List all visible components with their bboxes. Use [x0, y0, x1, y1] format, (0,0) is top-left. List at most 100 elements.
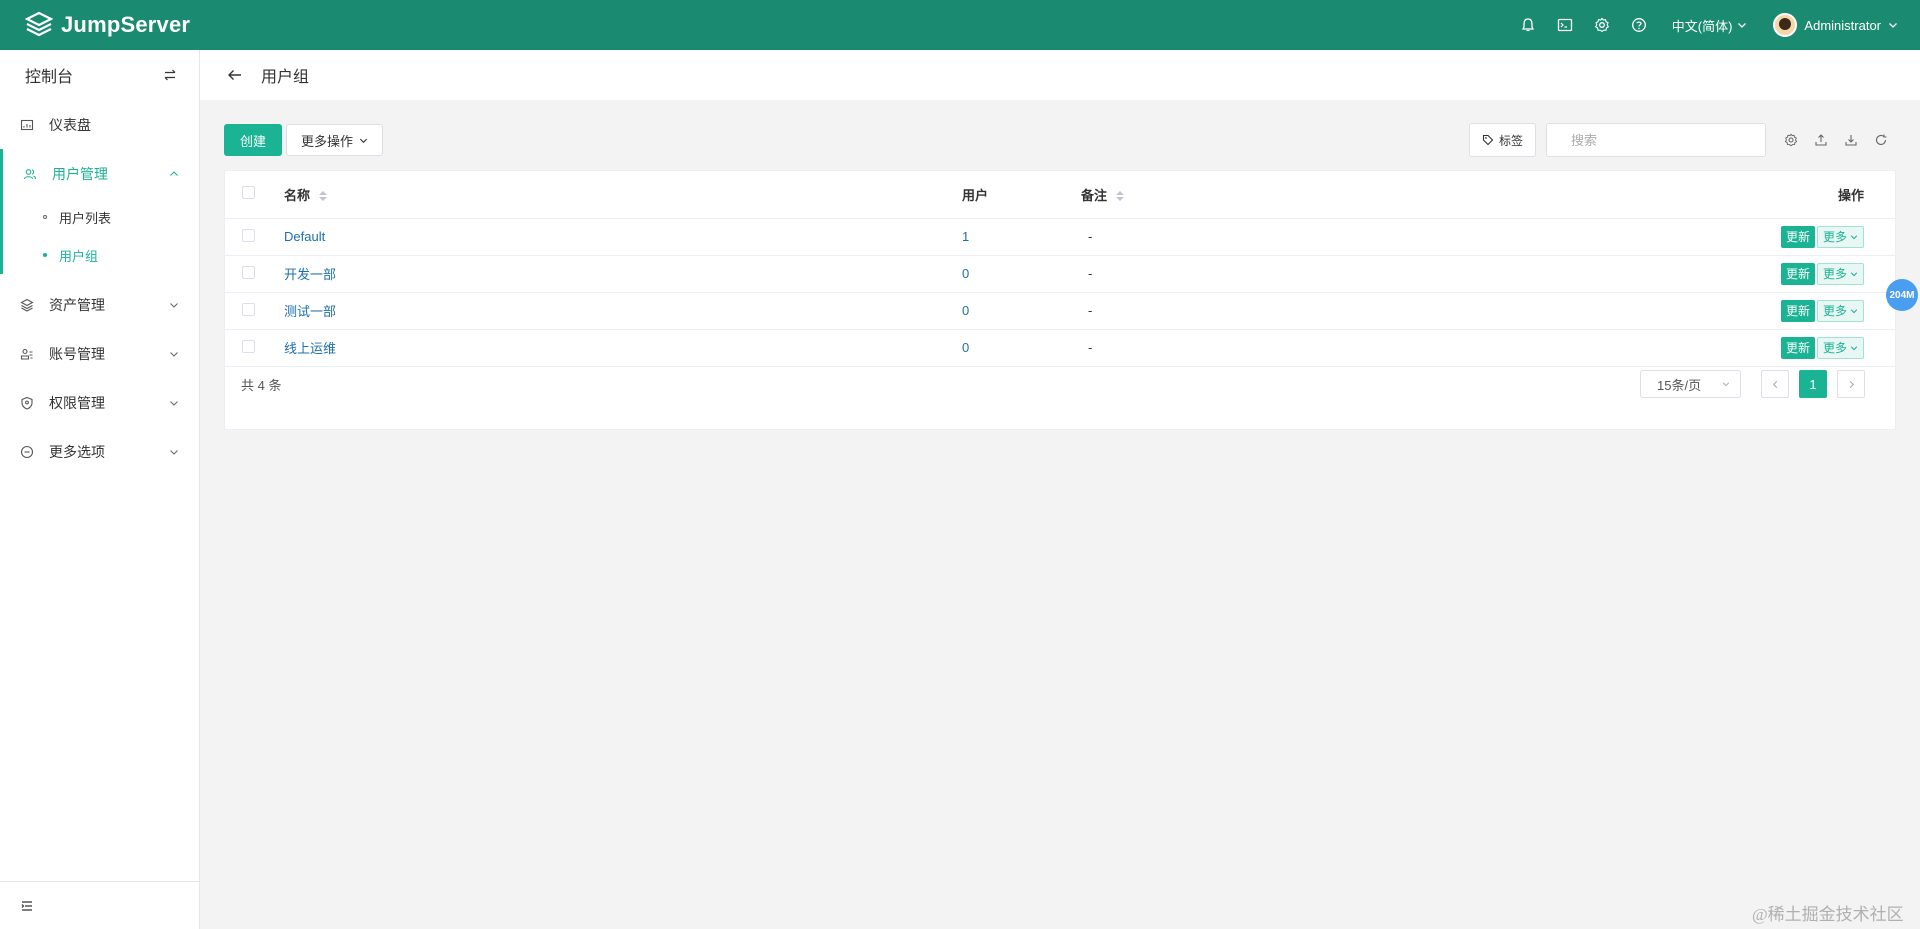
sidebar-item-label: 用户管理	[52, 165, 108, 182]
row-checkbox[interactable]	[242, 339, 255, 353]
more-dropdown-button[interactable]: 更多	[1816, 336, 1864, 359]
row-checkbox[interactable]	[242, 265, 255, 279]
sidebar-subitem-user-list[interactable]: 用户列表	[3, 198, 199, 236]
user-menu[interactable]: Administrator	[1773, 13, 1898, 37]
watermark: @稀土掘金技术社区	[1752, 905, 1904, 924]
refresh-icon[interactable]	[1866, 125, 1896, 155]
switch-view-icon[interactable]	[163, 68, 177, 82]
group-name-link[interactable]: 测试一部	[284, 304, 336, 319]
column-header-label: 名称	[284, 187, 311, 203]
more-actions-dropdown[interactable]: 更多操作	[286, 124, 384, 156]
page-header: 用户组	[200, 50, 1920, 100]
bullet-icon	[43, 253, 47, 257]
user-count-link[interactable]: 0	[962, 340, 969, 355]
search-input[interactable]	[1571, 132, 1747, 148]
update-button[interactable]: 更新	[1780, 225, 1815, 248]
tag-filter-button[interactable]: 标签	[1468, 123, 1536, 157]
row-checkbox[interactable]	[242, 228, 255, 242]
dashboard-icon	[20, 118, 34, 132]
next-page-button[interactable]	[1837, 370, 1865, 398]
sidebar-item-user-management[interactable]: 用户管理	[3, 149, 199, 198]
user-group-table-card: 名称 用户 备注 操作 Default 1 - 更新 更多 开发一部 0 - 更…	[224, 170, 1896, 430]
chevron-down-icon	[1889, 23, 1897, 28]
page-title: 用户组	[261, 69, 310, 86]
sidebar-subitem-label: 用户列表	[59, 210, 112, 226]
row-checkbox[interactable]	[242, 302, 255, 316]
remark-value: -	[1088, 229, 1093, 244]
chevron-down-icon	[1850, 234, 1858, 239]
page-number-current[interactable]: 1	[1799, 370, 1827, 398]
page-size-select[interactable]: 15条/页	[1640, 370, 1741, 398]
remark-value: -	[1088, 340, 1093, 355]
more-dropdown-button[interactable]: 更多	[1816, 299, 1864, 322]
chevron-down-icon	[359, 138, 368, 143]
language-selector[interactable]: 中文(简体)	[1672, 16, 1748, 35]
help-icon[interactable]	[1621, 0, 1658, 50]
column-header-users: 用户	[962, 171, 1081, 219]
chevron-down-icon	[1850, 271, 1858, 276]
sidebar-item-dashboard[interactable]: 仪表盘	[0, 100, 199, 149]
pagination: 共 4 条 15条/页 1	[225, 369, 1895, 399]
sidebar-item-more-options[interactable]: 更多选项	[0, 427, 199, 476]
sidebar-item-label: 权限管理	[49, 394, 105, 411]
sidebar-item-label: 账号管理	[49, 345, 105, 362]
terminal-icon[interactable]	[1547, 0, 1584, 50]
language-label: 中文(简体)	[1671, 18, 1733, 34]
group-name-link[interactable]: 线上运维	[284, 341, 336, 356]
gear-icon[interactable]	[1584, 0, 1621, 50]
toolbar: 创建 更多操作 标签	[224, 123, 1896, 157]
chevron-down-icon	[169, 447, 179, 457]
sidebar-item-label: 更多选项	[49, 443, 105, 460]
table-row: 线上运维 0 - 更新 更多	[225, 329, 1895, 367]
more-dropdown-button[interactable]: 更多	[1816, 262, 1864, 285]
export-icon[interactable]	[1806, 125, 1836, 155]
layers-icon	[20, 298, 34, 312]
select-all-checkbox[interactable]	[242, 186, 255, 200]
update-button[interactable]: 更新	[1780, 299, 1815, 322]
sidebar-item-label: 仪表盘	[49, 116, 91, 133]
chevron-down-icon	[1850, 345, 1858, 350]
sidebar: 控制台 仪表盘 用户管理 用户列表 用户组 资产管理 账号管理 权限管理 更多选…	[0, 50, 200, 929]
chevron-down-icon	[169, 300, 179, 310]
sort-icon[interactable]	[318, 191, 327, 202]
bell-icon[interactable]	[1510, 0, 1547, 50]
floating-memory-badge[interactable]: 204M	[1886, 279, 1918, 311]
group-name-link[interactable]: 开发一部	[284, 267, 336, 282]
column-header-name[interactable]: 名称	[284, 171, 962, 219]
more-dropdown-button[interactable]: 更多	[1816, 225, 1864, 248]
import-icon[interactable]	[1836, 125, 1866, 155]
collapse-sidebar-icon[interactable]	[20, 899, 34, 913]
more-actions-label: 更多操作	[301, 133, 354, 149]
create-button[interactable]: 创建	[224, 124, 283, 156]
sidebar-subitem-label: 用户组	[59, 248, 99, 264]
sidebar-subitem-user-group[interactable]: 用户组	[3, 236, 199, 274]
remark-value: -	[1088, 266, 1093, 281]
update-button[interactable]: 更新	[1780, 262, 1815, 285]
prev-page-button[interactable]	[1761, 370, 1789, 398]
user-count-link[interactable]: 1	[962, 229, 969, 244]
brand[interactable]: JumpServer	[25, 11, 190, 39]
group-name-link[interactable]: Default	[284, 229, 325, 244]
sort-icon[interactable]	[1115, 191, 1124, 202]
table-header-row: 名称 用户 备注 操作	[225, 171, 1895, 219]
table-row: Default 1 - 更新 更多	[225, 218, 1895, 256]
update-button[interactable]: 更新	[1780, 336, 1815, 359]
column-header-label: 备注	[1081, 187, 1108, 203]
sidebar-item-asset-management[interactable]: 资产管理	[0, 280, 199, 329]
sidebar-group-user-management: 用户管理 用户列表 用户组	[0, 149, 199, 274]
chevron-down-icon	[1850, 308, 1858, 313]
table-settings-icon[interactable]	[1776, 125, 1806, 155]
sidebar-item-permission-management[interactable]: 权限管理	[0, 378, 199, 427]
user-count-link[interactable]: 0	[962, 266, 969, 281]
user-count-link[interactable]: 0	[962, 303, 969, 318]
sidebar-item-account-management[interactable]: 账号管理	[0, 329, 199, 378]
table-row: 开发一部 0 - 更新 更多	[225, 255, 1895, 293]
tag-icon	[1482, 134, 1494, 146]
column-header-actions: 操作	[1281, 171, 1895, 219]
column-header-remark[interactable]: 备注	[1081, 171, 1281, 219]
back-arrow-icon[interactable]	[227, 67, 243, 83]
console-title: 控制台	[25, 69, 74, 86]
table-row: 测试一部 0 - 更新 更多	[225, 292, 1895, 330]
sidebar-footer	[0, 881, 200, 929]
avatar	[1773, 13, 1798, 37]
